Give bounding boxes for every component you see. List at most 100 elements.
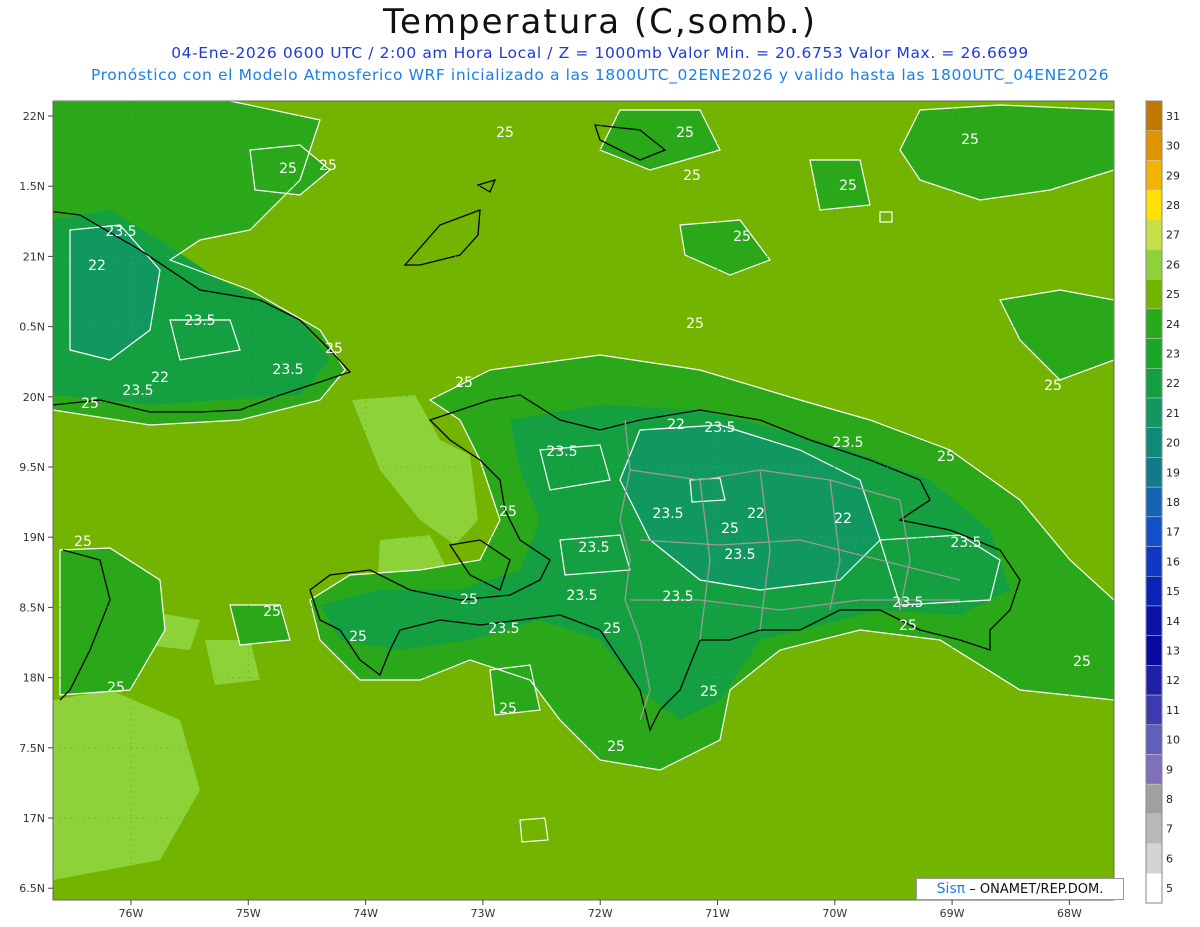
contour-label: 25	[937, 449, 955, 465]
contour-label: 22	[667, 417, 685, 433]
contour-label: 25	[1044, 378, 1062, 394]
colorbar-swatch	[1145, 249, 1163, 280]
colorbar-swatch	[1145, 813, 1163, 844]
contour-label: 25	[839, 178, 857, 194]
contour-label: 25	[676, 125, 694, 141]
colorbar-label: 8	[1166, 793, 1173, 806]
colorbar-label: 9	[1166, 763, 1173, 776]
colorbar-label: 31	[1166, 110, 1180, 123]
colorbar-label: 20	[1166, 437, 1180, 450]
contour-label: 25	[700, 684, 718, 700]
lon-label: 72W	[588, 907, 613, 920]
colorbar-swatch	[1145, 397, 1163, 428]
credit-box: Sisπ – ONAMET/REP.DOM.	[916, 878, 1124, 900]
colorbar-swatch	[1145, 754, 1163, 785]
colorbar-swatch	[1145, 219, 1163, 250]
contour-label: 25	[279, 161, 297, 177]
lat-label: 21N	[23, 250, 45, 263]
colorbar-label: 13	[1166, 645, 1180, 658]
lat-label: 6.5N	[19, 882, 45, 895]
contour-label: 23.5	[566, 588, 597, 604]
contour-label: 23.5	[122, 383, 153, 399]
colorbar-swatch	[1145, 100, 1163, 131]
colorbar-swatch	[1145, 843, 1163, 874]
lat-label: 1.5N	[19, 180, 45, 193]
contour-label: 25	[961, 132, 979, 148]
colorbar-label: 10	[1166, 734, 1180, 747]
contour-label: 25	[733, 229, 751, 245]
contour-label: 25	[455, 375, 473, 391]
contour-label: 25	[263, 604, 281, 620]
latitude-labels: 22N 1.5N 21N 0.5N 20N 9.5N 19N 8.5N 18N 7.5N 17N 6.…	[19, 110, 53, 895]
colorbar-swatch	[1145, 694, 1163, 726]
colorbar-label: 15	[1166, 585, 1180, 598]
contour-label: 25	[81, 396, 99, 412]
colorbar-label: 7	[1166, 823, 1173, 836]
colorbar-swatch	[1145, 457, 1163, 488]
contour-label: 25	[721, 521, 739, 537]
contour-label: 23.5	[272, 362, 303, 378]
colorbar-label: 18	[1166, 496, 1180, 509]
contour-label: 23.5	[184, 313, 215, 329]
colorbar-swatch	[1145, 308, 1163, 339]
colorbar-swatch	[1145, 338, 1163, 369]
lat-label: 22N	[23, 110, 45, 123]
colorbar-swatch	[1145, 368, 1163, 399]
colorbar-label: 14	[1166, 615, 1180, 628]
lat-label: 7.5N	[19, 742, 45, 755]
colorbar-swatch	[1145, 605, 1163, 636]
lon-label: 75W	[236, 907, 261, 920]
colorbar-label: 28	[1166, 199, 1180, 212]
contour-label: 25	[107, 680, 125, 696]
colorbar-swatch	[1145, 160, 1163, 191]
lat-label: 8.5N	[19, 601, 45, 614]
color-scale-bar: 31 30 29 28 27 26 25 24 23 22 21 20 19 18 17 16 15 14 13 12…	[1145, 100, 1180, 904]
contour-label: 23.5	[892, 595, 923, 611]
colorbar-label: 22	[1166, 377, 1180, 390]
contour-label: 25	[460, 592, 478, 608]
colorbar-label: 5	[1166, 882, 1173, 895]
contour-label: 23.5	[578, 540, 609, 556]
contour-label: 23.5	[488, 621, 519, 637]
lon-label: 70W	[822, 907, 847, 920]
colorbar-swatch	[1145, 665, 1163, 696]
contour-label: 23.5	[652, 506, 683, 522]
colorbar-label: 19	[1166, 466, 1180, 479]
colorbar-swatch	[1145, 546, 1163, 577]
contour-label: 25	[603, 621, 621, 637]
contour-label: 25	[319, 158, 337, 174]
contour-label: 25	[607, 739, 625, 755]
longitude-labels: 76W 75W 74W 73W 72W 71W 70W 69W 68W	[119, 900, 1082, 920]
contour-label: 25	[899, 618, 917, 634]
lat-label: 0.5N	[19, 321, 45, 334]
colorbar-swatch	[1145, 427, 1163, 458]
colorbar-label: 11	[1166, 704, 1180, 717]
lon-label: 68W	[1057, 907, 1082, 920]
lon-label: 76W	[119, 907, 144, 920]
contour-label: 25	[683, 168, 701, 184]
contour-label: 25	[686, 316, 704, 332]
contour-label: 25	[349, 629, 367, 645]
contour-label: 23.5	[704, 420, 735, 436]
colorbar-swatch	[1145, 486, 1163, 518]
colorbar-swatch	[1145, 724, 1163, 755]
lon-label: 74W	[353, 907, 378, 920]
contour-label: 25	[499, 701, 517, 717]
colorbar-label: 21	[1166, 407, 1180, 420]
colorbar-label: 23	[1166, 347, 1180, 360]
lat-label: 9.5N	[19, 461, 45, 474]
contour-label: 22	[747, 506, 765, 522]
contour-label: 22	[834, 511, 852, 527]
contour-label: 23.5	[105, 224, 136, 240]
contour-label: 22	[151, 370, 169, 386]
sispi-logo-text: Sisπ	[936, 881, 966, 897]
colorbar-swatch	[1145, 278, 1163, 310]
contour-label: 23.5	[724, 547, 755, 563]
temperature-map: 22N 1.5N 21N 0.5N 20N 9.5N 19N 8.5N 18N 7.5N 17N 6.…	[19, 100, 1180, 920]
colorbar-label: 29	[1166, 169, 1180, 182]
contour-label: 25	[325, 341, 343, 357]
contour-label: 23.5	[546, 444, 577, 460]
contour-label: 25	[496, 125, 514, 141]
lat-label: 17N	[23, 812, 45, 825]
colorbar-label: 24	[1166, 318, 1180, 331]
